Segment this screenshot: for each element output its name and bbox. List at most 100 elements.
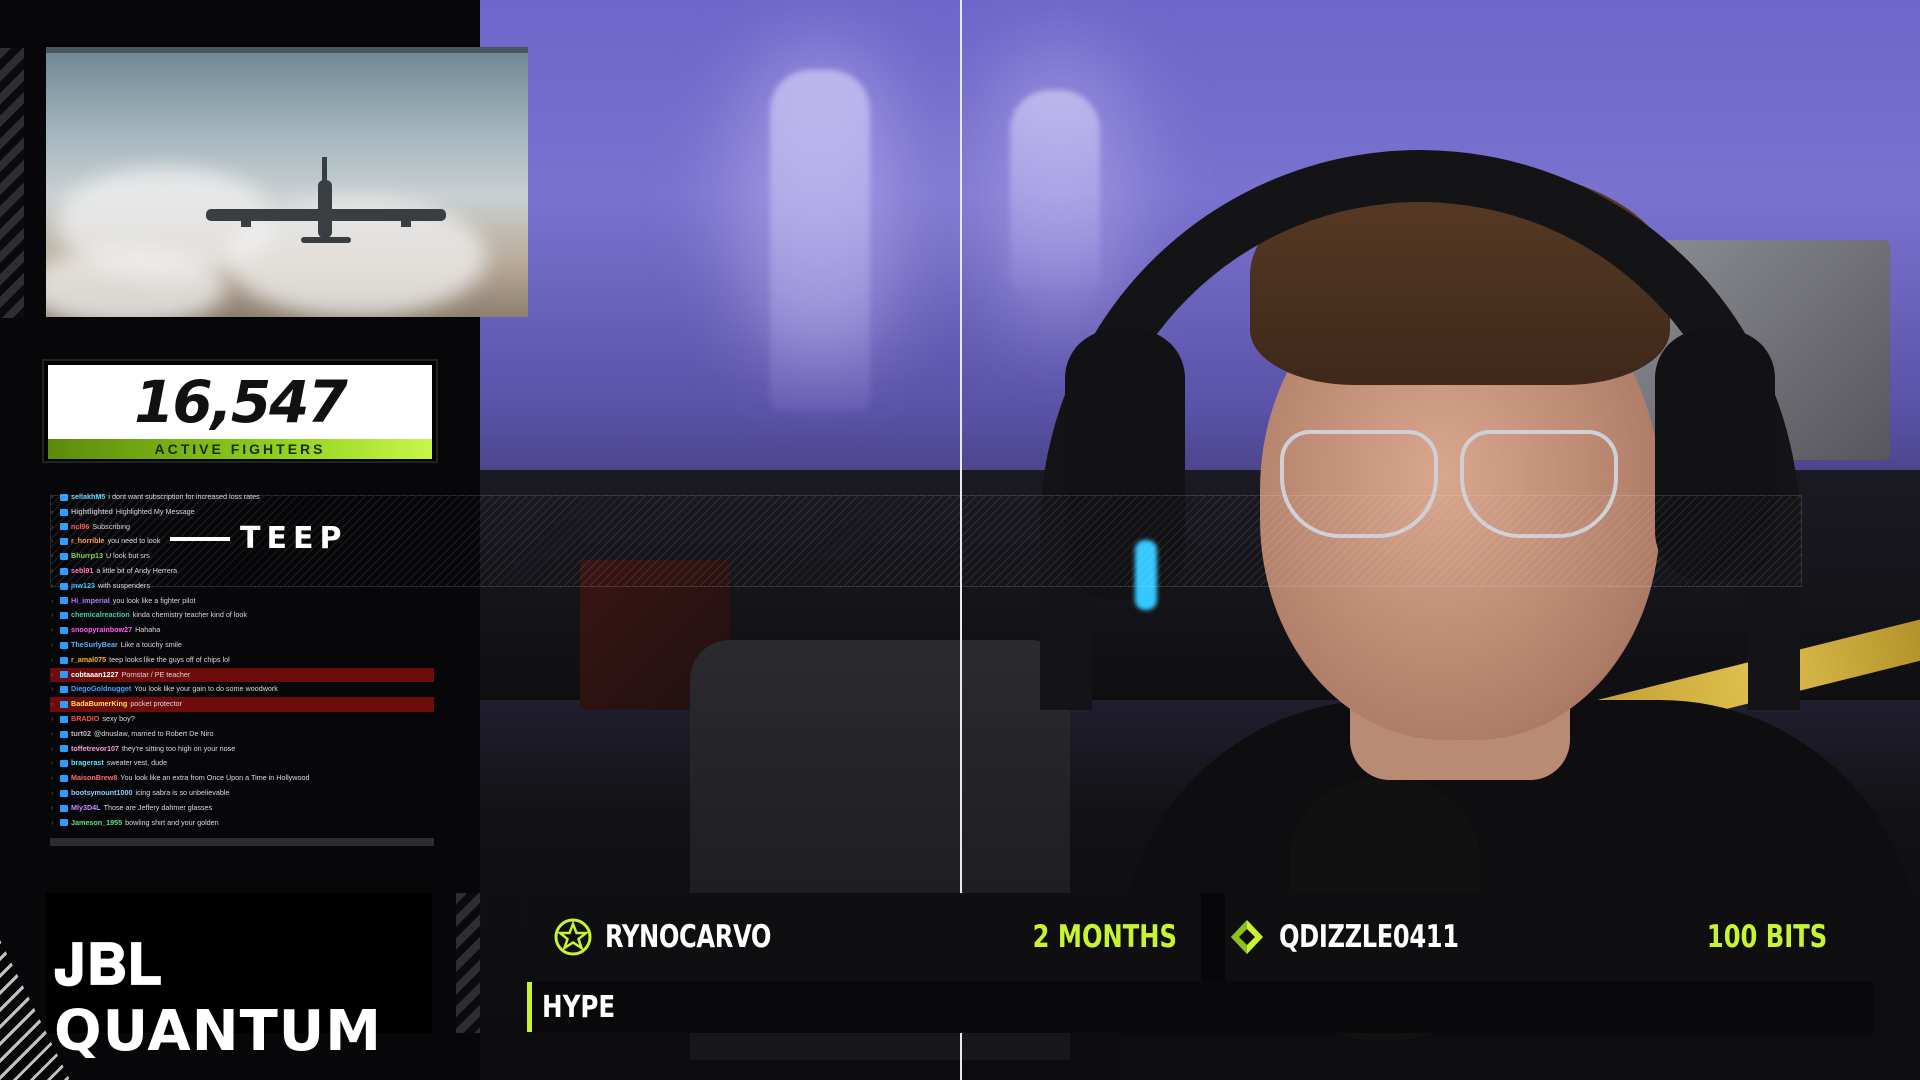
chat-username[interactable]: BadaBumerKing xyxy=(71,697,127,712)
chat-username[interactable]: MaisonBrew8 xyxy=(71,771,117,786)
chat-text: Like a touchy smile xyxy=(120,639,182,649)
chat-username[interactable]: Hi_imperial xyxy=(71,594,110,609)
sub-username: RYNOCARVO xyxy=(605,919,772,955)
star-badge-icon xyxy=(554,918,592,956)
chat-message: › bootsymount1000 icing sabra is so unbeli… xyxy=(50,786,434,801)
chat-badge-icon xyxy=(60,789,68,797)
chevron-right-icon: › xyxy=(51,787,54,797)
chat-badge-icon xyxy=(60,671,68,679)
chat-text: @dnuslaw, married to Robert De Niro xyxy=(93,728,214,738)
chevron-right-icon: › xyxy=(51,654,54,664)
chat-message: › Mly3D4L Those are Jeffery dahmer glasses xyxy=(50,801,434,816)
chat-text: teep looks like the guys off of chips lo… xyxy=(109,654,230,664)
chat-text: icing sabra is so unbelievable xyxy=(135,787,230,797)
bits-alert: QDIZZLE0411 xyxy=(1227,893,1509,981)
chat-username[interactable]: r_amal075 xyxy=(71,653,106,668)
chat-text: you look like a fighter pilot xyxy=(112,595,196,605)
chat-message: › toffetrevor107 they're sitting too high … xyxy=(50,742,434,757)
chat-badge-icon xyxy=(60,627,68,635)
chat-username[interactable]: Mly3D4L xyxy=(71,801,101,816)
chat-message: › Jameson_1955 bowling shirt and your gold… xyxy=(50,816,434,831)
chat-username[interactable]: cobtaaan1227 xyxy=(71,668,119,683)
chevron-right-icon: › xyxy=(51,802,54,812)
active-fighters-counter: 16,547 ACTIVE FIGHTERS xyxy=(42,359,438,463)
sponsor-logo: 𝐉𝐁𝐋 QUANTUM xyxy=(46,893,432,1064)
bits-amount: 100 BITS xyxy=(1706,919,1827,955)
airplane-icon xyxy=(206,157,446,243)
chevron-right-icon: › xyxy=(51,669,54,679)
decorative-stripes xyxy=(456,893,480,1033)
chat-text: Pornstar / PE teacher xyxy=(121,669,191,679)
streamer-nameplate: TEEP xyxy=(170,521,347,556)
bits-diamond-icon xyxy=(1231,920,1263,954)
chat-message: › TheSurlyBear Like a touchy smile xyxy=(50,638,434,653)
chevron-right-icon: › xyxy=(51,595,54,605)
chevron-right-icon: › xyxy=(51,743,54,753)
chat-text: sexy boy? xyxy=(102,713,135,723)
chat-scrollbar[interactable] xyxy=(50,838,434,846)
chevron-right-icon: › xyxy=(51,728,54,738)
chat-username[interactable]: bragerast xyxy=(71,756,104,771)
chat-message: › Hi_imperial you look like a fighter pilo… xyxy=(50,594,434,609)
chat-badge-icon xyxy=(60,686,68,694)
chat-username[interactable]: DiegoGoldnugget xyxy=(71,682,131,697)
chat-message: › MaisonBrew8 You look like an extra from … xyxy=(50,771,434,786)
chat-badge-icon xyxy=(60,760,68,768)
chat-text: sweater vest, dude xyxy=(106,758,168,768)
chat-badge-icon xyxy=(60,745,68,753)
chevron-right-icon: › xyxy=(51,639,54,649)
counter-label: ACTIVE FIGHTERS xyxy=(48,439,432,459)
chevron-right-icon: › xyxy=(51,625,54,635)
chat-message: › bragerast sweater vest, dude xyxy=(50,756,434,771)
chat-message: › cobtaaan1227 Pornstar / PE teacher xyxy=(50,667,434,683)
decorative-stripes xyxy=(0,48,24,318)
chat-badge-icon xyxy=(60,641,68,649)
chat-message: › turt02 @dnuslaw, married to Robert De Ni… xyxy=(50,727,434,742)
game-preview xyxy=(46,47,528,317)
chat-message: › DiegoGoldnugget You look like your gain … xyxy=(50,682,434,697)
hype-label: HYPE xyxy=(527,981,631,1033)
chevron-right-icon: › xyxy=(51,817,54,827)
chat-badge-icon xyxy=(60,715,68,723)
nameplate-dash xyxy=(170,536,230,541)
chat-text: You look like your gain to do some woodw… xyxy=(134,684,278,694)
chevron-right-icon: › xyxy=(51,699,54,709)
counter-value: 16,547 xyxy=(48,365,432,439)
chat-username[interactable]: BRADIO xyxy=(71,712,99,727)
chat-username[interactable]: snoopyrainbow27 xyxy=(71,623,132,638)
chat-text: You look like an extra from Once Upon a … xyxy=(120,773,310,783)
chat-badge-icon xyxy=(60,775,68,783)
chat-username[interactable]: chemicalreaction xyxy=(71,608,130,623)
chat-text: Those are Jeffery dahmer glasses xyxy=(103,802,213,812)
chat-badge-icon xyxy=(60,597,68,605)
chat-username[interactable]: turt02 xyxy=(71,727,91,742)
chat-badge-icon xyxy=(60,656,68,664)
chat-badge-icon xyxy=(60,701,68,709)
streamer-name: TEEP xyxy=(240,521,348,556)
chat-username[interactable]: Jameson_1955 xyxy=(71,816,122,831)
sub-alert: RYNOCARVO xyxy=(553,893,818,981)
chat-message: › r_amal075 teep looks like the guys off o… xyxy=(50,653,434,668)
chevron-right-icon: › xyxy=(51,610,54,620)
chevron-right-icon: › xyxy=(51,773,54,783)
chevron-right-icon: › xyxy=(51,684,54,694)
chat-message: › BadaBumerKing pocket protector xyxy=(50,697,434,712)
chat-username[interactable]: TheSurlyBear xyxy=(71,638,118,653)
chat-text: bowling shirt and your golden xyxy=(125,817,219,827)
chat-message: › snoopyrainbow27 Hahaha xyxy=(50,623,434,638)
chat-message: › chemicalreaction kinda chemistry teacher… xyxy=(50,608,434,623)
chat-badge-icon xyxy=(60,730,68,738)
alerts-bar: RYNOCARVO 2 MONTHS QDIZZLE0411 100 BITS … xyxy=(527,893,1873,1033)
chat-text: Hahaha xyxy=(135,625,161,635)
chevron-right-icon: › xyxy=(51,758,54,768)
bits-username: QDIZZLE0411 xyxy=(1279,919,1459,955)
chat-text: pocket protector xyxy=(130,699,182,709)
chat-text: they're sitting too high on your nose xyxy=(121,743,236,753)
chat-badge-icon xyxy=(60,612,68,620)
chat-text: kinda chemistry teacher kind of look xyxy=(132,610,247,620)
chat-message: › BRADIO sexy boy? xyxy=(50,712,434,727)
chat-badge-icon xyxy=(60,819,68,827)
chat-username[interactable]: toffetrevor107 xyxy=(71,742,119,757)
chat-username[interactable]: bootsymount1000 xyxy=(71,786,133,801)
chat-badge-icon xyxy=(60,804,68,812)
